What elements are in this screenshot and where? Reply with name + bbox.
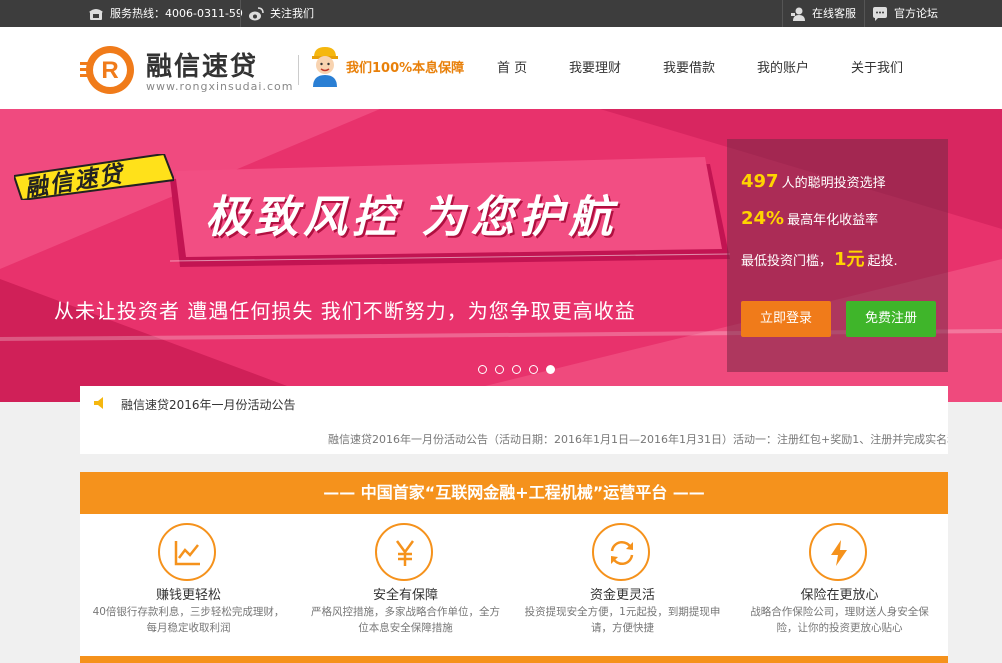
carousel-dot[interactable]	[478, 365, 487, 374]
bottom-accent-strip	[80, 656, 948, 663]
chart-icon	[174, 541, 200, 566]
site-header: R 融信速贷 www.rongxinsudai.com 我们100%本息保障 首…	[0, 27, 1002, 109]
rate-text: 最高年化收益率	[787, 213, 879, 228]
feature-icon-circle	[809, 523, 867, 581]
feature-desc: 40倍银行存款利息，三步轻松完成理财，每月稳定收取利润	[92, 606, 285, 634]
feature-title: 保险在更放心	[800, 588, 879, 603]
feature-icon-circle	[158, 523, 216, 581]
announcement-bar: 融信速贷2016年一月份活动公告 融信速贷2016年一月份活动公告（活动日期：2…	[80, 386, 948, 454]
svg-text:R: R	[101, 57, 118, 84]
feature-item: 保险在更放心 战略合作保险公司，理财送人身安全保险，让你的投资更放心贴心	[731, 514, 948, 663]
speaker-icon	[94, 397, 103, 409]
threshold-stat: 最低投资门槛， 1元 起投.	[741, 245, 898, 271]
nav-borrow[interactable]: 我要借款	[663, 57, 715, 76]
investors-stat: 497 人的聪明投资选择	[741, 171, 886, 192]
announcement-title[interactable]: 融信速贷2016年一月份活动公告	[121, 396, 296, 413]
carousel-dot[interactable]	[529, 365, 538, 374]
header-divider	[298, 55, 299, 85]
hotline-text: 服务热线：4006-0311-59	[110, 7, 243, 20]
banner-brand-tag: 融信速贷	[14, 154, 174, 203]
rate-stat: 24% 最高年化收益率	[741, 208, 878, 229]
feature-title: 资金更灵活	[589, 588, 655, 603]
carousel-dot[interactable]	[495, 365, 504, 374]
online-service-link[interactable]: 在线客服	[790, 0, 856, 27]
guarantee-slogan: 我们100%本息保障	[346, 61, 465, 76]
carousel-dots	[478, 365, 555, 375]
yen-icon	[395, 540, 415, 566]
threshold-value: 1元	[834, 249, 865, 270]
investors-count: 497	[741, 171, 779, 192]
feature-item: 安全有保障 严格风控措施，多家战略合作单位，全方位本息安全保障措施	[297, 514, 514, 663]
login-panel: 497 人的聪明投资选择 24% 最高年化收益率 最低投资门槛， 1元 起投. 立即登录…	[727, 139, 948, 372]
feature-desc: 严格风控措施，多家战略合作单位，全方位本息安全保障措施	[311, 606, 500, 634]
nav-about[interactable]: 关于我们	[851, 57, 903, 76]
logo-mark-icon: R	[80, 46, 134, 94]
threshold-prefix: 最低投资门槛，	[741, 254, 833, 269]
register-button[interactable]: 免费注册	[846, 301, 936, 337]
rate-value: 24%	[741, 208, 785, 229]
phone-icon	[89, 8, 103, 20]
lightning-icon	[831, 540, 847, 566]
banner-headline: 极致风控 为您护航	[205, 192, 618, 243]
feature-desc: 投资提现安全方便，1元起投，到期提现申请，方便快捷	[524, 606, 721, 634]
announcement-marquee[interactable]: 融信速贷2016年一月份活动公告（活动日期：2016年1月1日—2016年1月3…	[328, 431, 948, 447]
carousel-dot-active[interactable]	[546, 365, 555, 374]
logo[interactable]: R 融信速贷 www.rongxinsudai.com	[80, 42, 294, 97]
threshold-suffix: 起投.	[867, 254, 898, 269]
nav-account[interactable]: 我的账户	[757, 57, 809, 76]
feature-title: 安全有保障	[372, 588, 438, 603]
forum-link[interactable]: 官方论坛	[872, 0, 938, 27]
banner-subline: 从未让投资者 遭遇任何损失 我们不断努力，为您争取更高收益	[54, 299, 636, 323]
refresh-icon	[610, 541, 634, 565]
forum-label: 官方论坛	[894, 7, 938, 20]
divider	[782, 0, 783, 27]
features-section: —— 中国首家“互联网金融+工程机械”运营平台 —— 赚钱更轻松 40倍银行存款…	[80, 472, 948, 663]
hotline: 服务热线：4006-0311-59	[88, 0, 243, 27]
online-service-label: 在线客服	[812, 7, 856, 20]
weibo-icon	[249, 6, 264, 20]
login-button[interactable]: 立即登录	[741, 301, 831, 337]
carousel-dot[interactable]	[512, 365, 521, 374]
feature-desc: 战略合作保险公司，理财送人身安全保险，让你的投资更放心贴心	[750, 606, 929, 634]
logo-url: www.rongxinsudai.com	[146, 80, 294, 93]
hero-banner: 融信速贷 极致风控 为您护航 从未让投资者 遭遇任何损失 我们不断努力，为您争取…	[0, 109, 1002, 402]
logo-name: 融信速贷	[146, 52, 259, 82]
divider	[864, 0, 865, 27]
divider	[240, 0, 241, 27]
follow-us-label: 关注我们	[270, 7, 314, 20]
investors-text: 人的聪明投资选择	[781, 176, 886, 191]
worker-mascot-icon	[312, 47, 338, 87]
feature-icon-circle	[375, 523, 433, 581]
nav-invest[interactable]: 我要理财	[569, 57, 621, 76]
service-agent-icon	[791, 7, 805, 21]
feature-title: 赚钱更轻松	[155, 588, 221, 603]
follow-us-link[interactable]: 关注我们	[248, 0, 314, 27]
feature-item: 赚钱更轻松 40倍银行存款利息，三步轻松完成理财，每月稳定收取利润	[80, 514, 297, 663]
top-bar: 服务热线：4006-0311-59 关注我们 在线客服 官方论坛	[0, 0, 1002, 27]
feature-icon-circle	[592, 523, 650, 581]
chat-bubble-icon	[873, 6, 887, 21]
nav-home[interactable]: 首 页	[497, 57, 527, 76]
features-heading: —— 中国首家“互联网金融+工程机械”运营平台 ——	[80, 472, 948, 514]
feature-item: 资金更灵活 投资提现安全方便，1元起投，到期提现申请，方便快捷	[514, 514, 731, 663]
